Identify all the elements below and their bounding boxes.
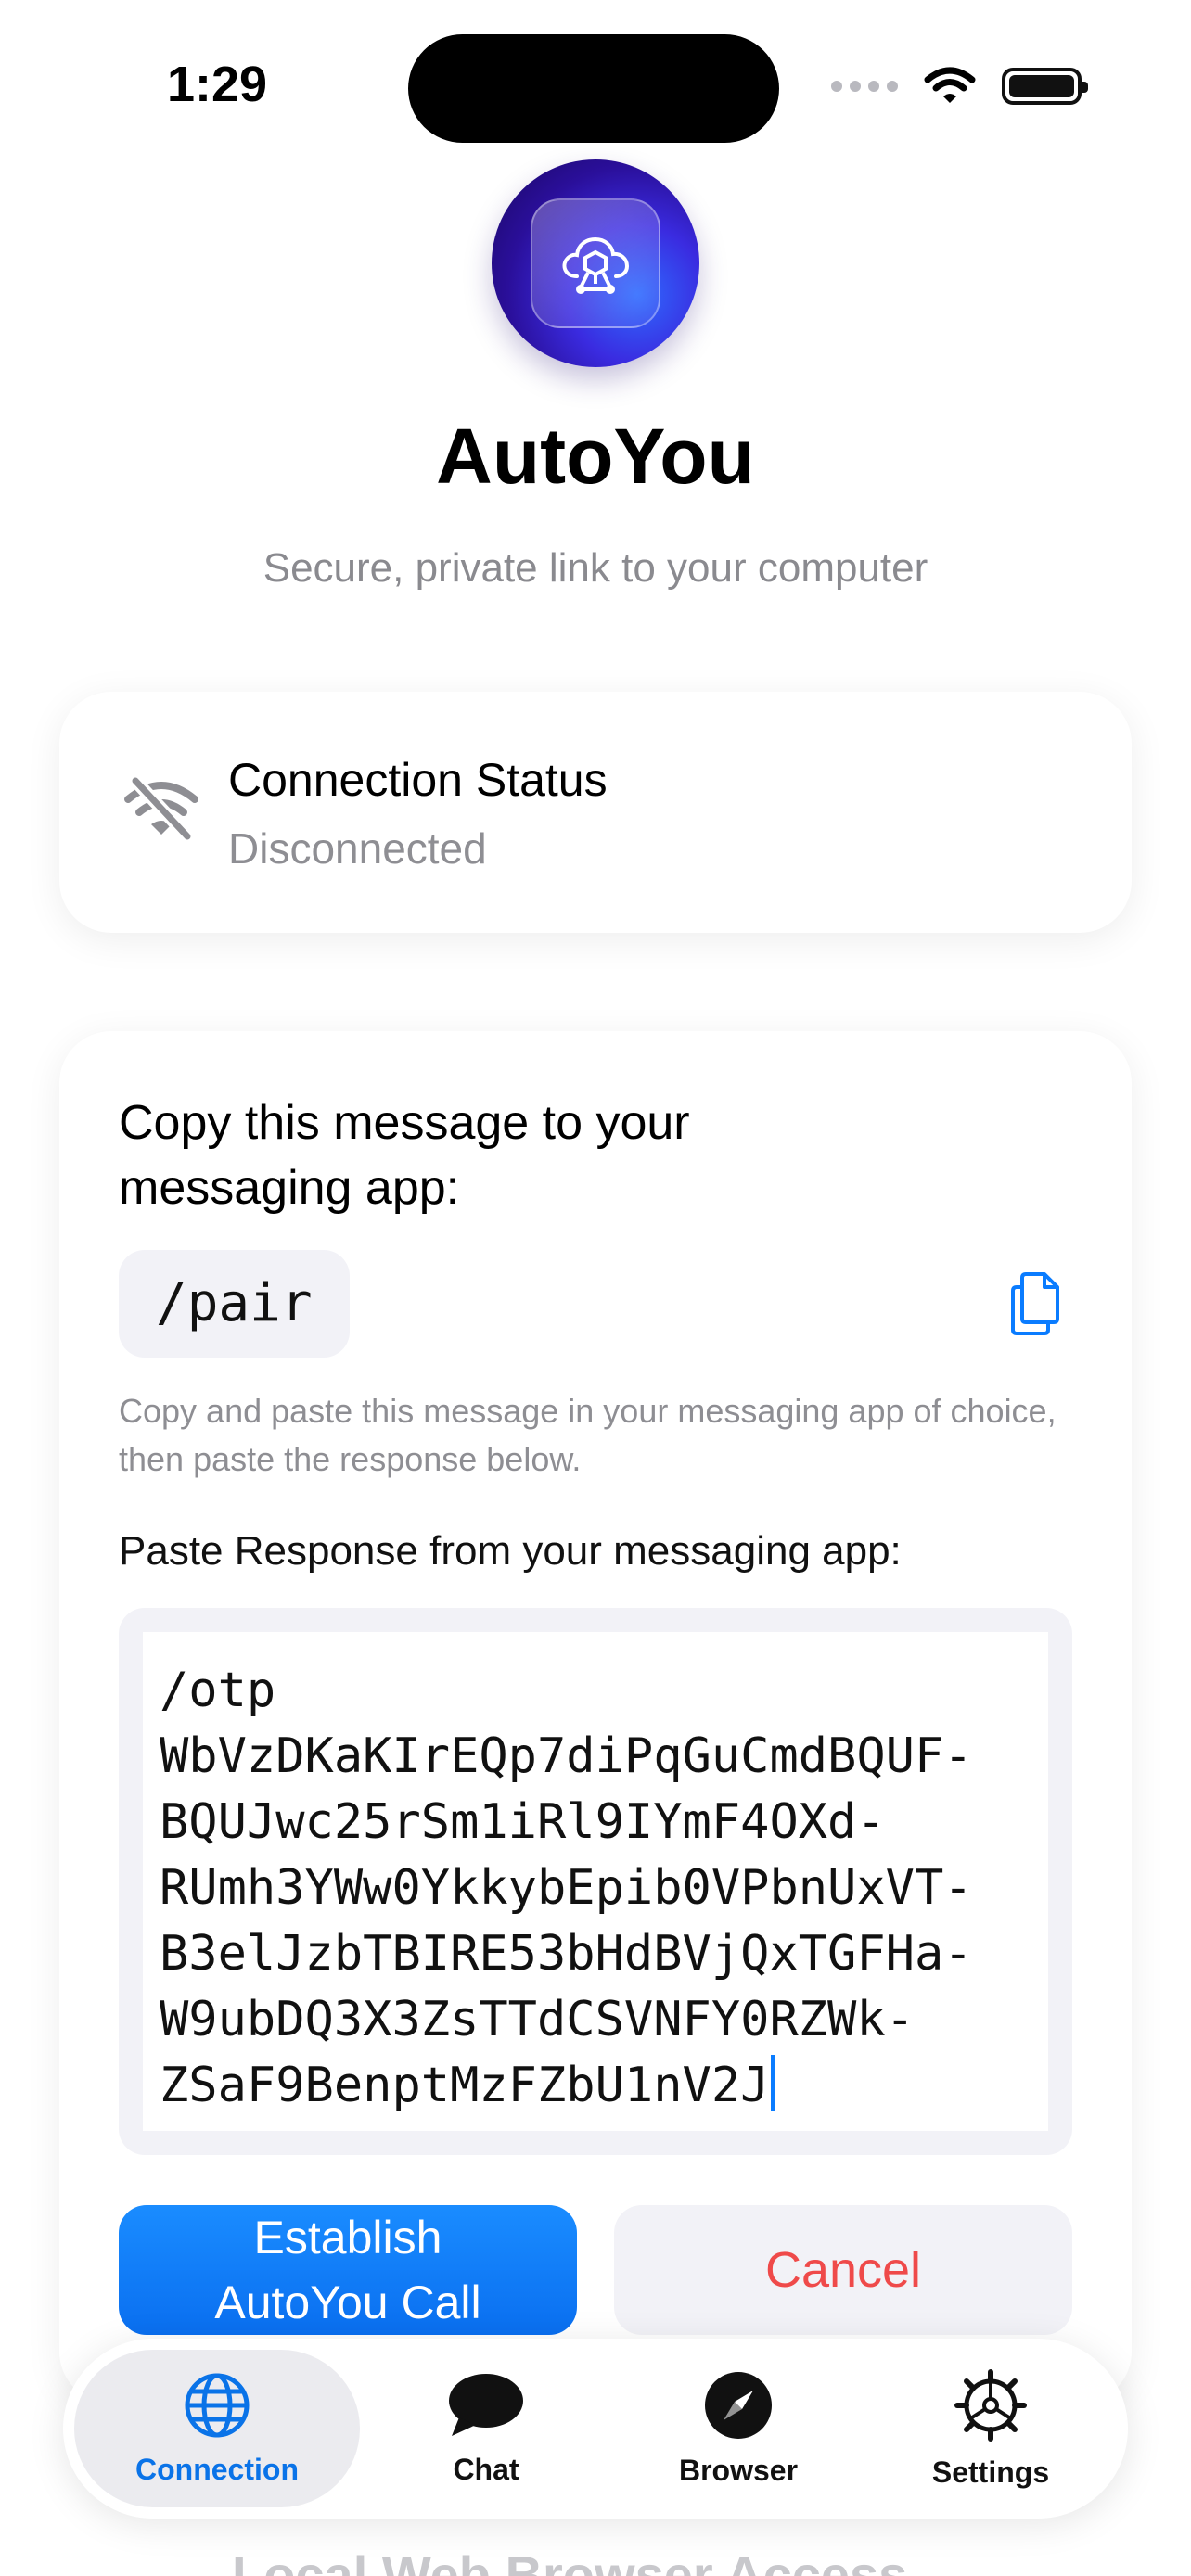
copy-icon bbox=[1011, 1272, 1059, 1335]
cancel-button[interactable]: Cancel bbox=[614, 2205, 1072, 2335]
connection-status-card: Connection Status Disconnected bbox=[59, 692, 1132, 933]
pairing-heading: Copy this message to your messaging app: bbox=[119, 1096, 690, 1215]
wifi-icon bbox=[924, 67, 976, 103]
tab-label: Settings bbox=[931, 2455, 1050, 2489]
app-title: AutoYou bbox=[436, 413, 755, 500]
tab-label: Browser bbox=[678, 2453, 799, 2487]
cloud-network-icon bbox=[562, 236, 630, 294]
tab-connection[interactable]: Connection bbox=[74, 2350, 360, 2507]
app-subtitle: Secure, private link to your computer bbox=[263, 545, 928, 591]
establish-call-button[interactable]: Establish AutoYou Call bbox=[119, 2205, 577, 2335]
tab-chat[interactable]: Chat bbox=[360, 2350, 612, 2507]
compass-icon bbox=[705, 2371, 772, 2439]
gear-icon bbox=[954, 2368, 1027, 2442]
response-text: /otp WbVzDKaKIrEQp7diPqGuCmdBQUF- BQUJwc… bbox=[160, 1663, 973, 2113]
pair-command-chip: /pair bbox=[119, 1250, 350, 1358]
battery-icon bbox=[1002, 68, 1088, 105]
text-caret bbox=[771, 2055, 776, 2111]
pairing-card: Copy this message to your messaging app:… bbox=[59, 1031, 1132, 2404]
pairing-hint: Copy and paste this message in your mess… bbox=[119, 1392, 1057, 1478]
globe-icon bbox=[185, 2373, 250, 2437]
connection-status-value: Disconnected bbox=[228, 824, 487, 873]
dynamic-island bbox=[408, 34, 779, 143]
tab-bar: Connection Chat Browser Settings bbox=[63, 2339, 1128, 2519]
status-right bbox=[831, 67, 1088, 106]
tab-browser[interactable]: Browser bbox=[612, 2350, 864, 2507]
response-input[interactable]: /otp WbVzDKaKIrEQp7diPqGuCmdBQUF- BQUJwc… bbox=[160, 1658, 1031, 2131]
paste-response-label: Paste Response from your messaging app: bbox=[119, 1528, 902, 1574]
tab-label: Connection bbox=[135, 2452, 299, 2486]
tab-settings[interactable]: Settings bbox=[864, 2350, 1117, 2507]
cellular-signal-icon bbox=[831, 81, 898, 92]
wifi-off-icon bbox=[124, 775, 198, 842]
connection-status-title: Connection Status bbox=[228, 754, 608, 806]
copy-button[interactable] bbox=[998, 1267, 1072, 1341]
chat-bubble-icon bbox=[449, 2373, 523, 2436]
response-field-container: /otp WbVzDKaKIrEQp7diPqGuCmdBQUF- BQUJwc… bbox=[119, 1608, 1072, 2155]
local-browser-section-title: Local Web Browser Access bbox=[232, 2545, 908, 2576]
status-time: 1:29 bbox=[167, 57, 268, 112]
tab-label: Chat bbox=[453, 2452, 519, 2486]
app-logo bbox=[492, 159, 699, 367]
